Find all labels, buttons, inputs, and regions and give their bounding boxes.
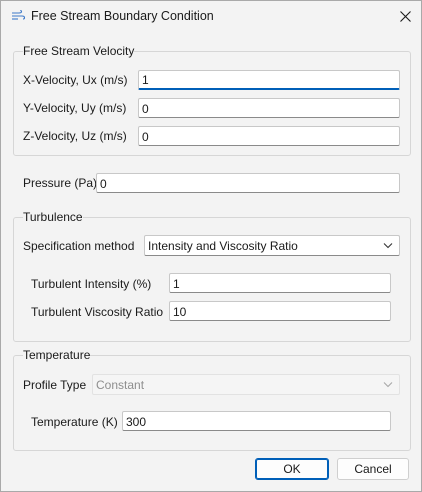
temperature-group bbox=[13, 355, 411, 451]
close-button[interactable] bbox=[393, 5, 417, 27]
turbulent-viscosity-ratio-label: Turbulent Viscosity Ratio bbox=[31, 305, 164, 319]
pressure-input[interactable] bbox=[96, 173, 400, 193]
turbulent-intensity-label: Turbulent Intensity (%) bbox=[31, 277, 152, 291]
y-velocity-label: Y-Velocity, Uy (m/s) bbox=[23, 101, 127, 115]
profile-type-label: Profile Type bbox=[23, 378, 87, 392]
chevron-down-icon bbox=[383, 243, 393, 249]
specification-method-select[interactable]: Intensity and Viscosity Ratio bbox=[144, 235, 400, 256]
x-velocity-input[interactable] bbox=[138, 70, 400, 90]
profile-type-value: Constant bbox=[96, 378, 145, 392]
specification-method-value: Intensity and Viscosity Ratio bbox=[148, 239, 298, 253]
velocity-group-title: Free Stream Velocity bbox=[23, 44, 135, 58]
x-velocity-label: X-Velocity, Ux (m/s) bbox=[23, 73, 128, 87]
temperature-input[interactable] bbox=[122, 411, 391, 431]
close-icon bbox=[399, 10, 411, 22]
z-velocity-input[interactable] bbox=[138, 126, 400, 146]
specification-method-label: Specification method bbox=[23, 239, 135, 253]
ok-button[interactable]: OK bbox=[255, 458, 329, 480]
chevron-down-icon bbox=[383, 382, 393, 388]
cancel-button-label: Cancel bbox=[354, 462, 392, 476]
turbulent-viscosity-ratio-input[interactable] bbox=[169, 301, 391, 321]
profile-type-select: Constant bbox=[92, 374, 400, 395]
wind-icon bbox=[12, 10, 25, 20]
window-title: Free Stream Boundary Condition bbox=[31, 9, 214, 23]
pressure-label: Pressure (Pa) bbox=[23, 176, 98, 190]
cancel-button[interactable]: Cancel bbox=[337, 458, 409, 480]
ok-button-label: OK bbox=[283, 462, 301, 476]
turbulent-intensity-input[interactable] bbox=[169, 273, 391, 293]
title-bar: Free Stream Boundary Condition bbox=[1, 1, 421, 31]
y-velocity-input[interactable] bbox=[138, 98, 400, 118]
temperature-label: Temperature (K) bbox=[31, 415, 118, 429]
temperature-group-title: Temperature bbox=[23, 348, 91, 362]
turbulence-group-title: Turbulence bbox=[23, 210, 83, 224]
dialog-window: Free Stream Boundary Condition Free Stre… bbox=[0, 0, 422, 492]
z-velocity-label: Z-Velocity, Uz (m/s) bbox=[23, 129, 127, 143]
